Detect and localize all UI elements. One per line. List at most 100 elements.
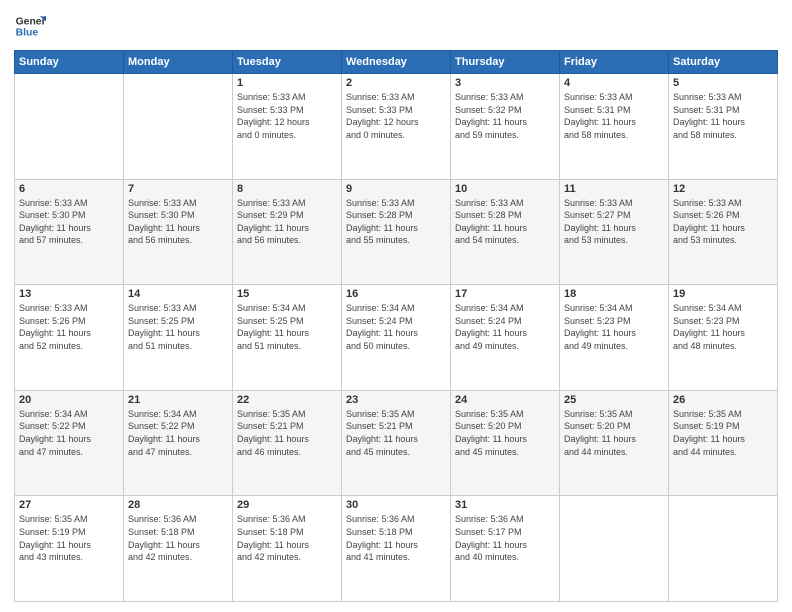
calendar-cell: 10 Sunrise: 5:33 AM Sunset: 5:28 PM Dayli… — [451, 179, 560, 285]
weekday-friday: Friday — [560, 51, 669, 74]
calendar-cell: 25Sunrise: 5:35 AM Sunset: 5:20 PM Dayli… — [560, 390, 669, 496]
day-number: 29 — [237, 499, 337, 511]
day-number: 30 — [346, 499, 446, 511]
day-detail: Sunrise: 5:33 AM Sunset: 5:30 PM Dayligh… — [128, 197, 228, 247]
day-detail: Sunrise: 5:33 AM Sunset: 5:31 PM Dayligh… — [673, 91, 773, 141]
day-number: 13 — [19, 288, 119, 300]
calendar-cell: 27Sunrise: 5:35 AM Sunset: 5:19 PM Dayli… — [15, 496, 124, 602]
week-row-1: 1 Sunrise: 5:33 AM Sunset: 5:33 PM Daylig… — [15, 74, 778, 180]
calendar-cell: 11 Sunrise: 5:33 AM Sunset: 5:27 PM Dayli… — [560, 179, 669, 285]
calendar-cell: 29 Sunrise: 5:36 AM Sunset: 5:18 PM Dayli… — [233, 496, 342, 602]
day-detail: Sunrise: 5:34 AM Sunset: 5:23 PM Dayligh… — [673, 302, 773, 352]
day-number: 21 — [128, 394, 228, 406]
day-number: 17 — [455, 288, 555, 300]
day-number: 1 — [237, 77, 337, 89]
day-detail: Sunrise: 5:36 AM Sunset: 5:18 PM Dayligh… — [237, 513, 337, 563]
day-detail: Sunrise: 5:33 AM Sunset: 5:30 PM Dayligh… — [19, 197, 119, 247]
day-number: 26 — [673, 394, 773, 406]
day-detail: Sunrise: 5:35 AM Sunset: 5:19 PM Dayligh… — [673, 408, 773, 458]
day-number: 27 — [19, 499, 119, 511]
page: General Blue SundayMondayTuesdayWednesda… — [0, 0, 792, 612]
day-number: 28 — [128, 499, 228, 511]
day-number: 4 — [564, 77, 664, 89]
calendar-cell: 1 Sunrise: 5:33 AM Sunset: 5:33 PM Daylig… — [233, 74, 342, 180]
calendar-cell — [15, 74, 124, 180]
weekday-sunday: Sunday — [15, 51, 124, 74]
day-number: 7 — [128, 183, 228, 195]
calendar-cell: 13 Sunrise: 5:33 AM Sunset: 5:26 PM Dayli… — [15, 285, 124, 391]
day-number: 24 — [455, 394, 555, 406]
day-detail: Sunrise: 5:34 AM Sunset: 5:22 PM Dayligh… — [19, 408, 119, 458]
weekday-wednesday: Wednesday — [342, 51, 451, 74]
weekday-monday: Monday — [124, 51, 233, 74]
day-detail: Sunrise: 5:36 AM Sunset: 5:18 PM Dayligh… — [128, 513, 228, 563]
logo-icon: General Blue — [14, 10, 46, 42]
day-detail: Sunrise: 5:33 AM Sunset: 5:29 PM Dayligh… — [237, 197, 337, 247]
day-number: 18 — [564, 288, 664, 300]
header: General Blue — [14, 10, 778, 42]
calendar-cell: 20 Sunrise: 5:34 AM Sunset: 5:22 PM Dayli… — [15, 390, 124, 496]
day-number: 6 — [19, 183, 119, 195]
svg-text:Blue: Blue — [16, 28, 39, 39]
day-number: 20 — [19, 394, 119, 406]
calendar-cell: 3 Sunrise: 5:33 AM Sunset: 5:32 PM Daylig… — [451, 74, 560, 180]
day-number: 11 — [564, 183, 664, 195]
day-detail: Sunrise: 5:33 AM Sunset: 5:27 PM Dayligh… — [564, 197, 664, 247]
day-number: 14 — [128, 288, 228, 300]
day-number: 3 — [455, 77, 555, 89]
day-number: 9 — [346, 183, 446, 195]
day-number: 12 — [673, 183, 773, 195]
day-detail: Sunrise: 5:34 AM Sunset: 5:22 PM Dayligh… — [128, 408, 228, 458]
day-detail: Sunrise: 5:33 AM Sunset: 5:26 PM Dayligh… — [673, 197, 773, 247]
calendar-cell — [560, 496, 669, 602]
calendar-cell: 23 Sunrise: 5:35 AM Sunset: 5:21 PM Dayli… — [342, 390, 451, 496]
week-row-4: 20 Sunrise: 5:34 AM Sunset: 5:22 PM Dayli… — [15, 390, 778, 496]
day-detail: Sunrise: 5:35 AM Sunset: 5:21 PM Dayligh… — [237, 408, 337, 458]
calendar-cell: 18Sunrise: 5:34 AM Sunset: 5:23 PM Dayli… — [560, 285, 669, 391]
day-number: 15 — [237, 288, 337, 300]
calendar-cell: 21 Sunrise: 5:34 AM Sunset: 5:22 PM Dayli… — [124, 390, 233, 496]
day-detail: Sunrise: 5:33 AM Sunset: 5:33 PM Dayligh… — [237, 91, 337, 141]
day-number: 10 — [455, 183, 555, 195]
svg-text:General: General — [16, 16, 46, 27]
day-number: 8 — [237, 183, 337, 195]
day-number: 23 — [346, 394, 446, 406]
week-row-3: 13 Sunrise: 5:33 AM Sunset: 5:26 PM Dayli… — [15, 285, 778, 391]
day-detail: Sunrise: 5:35 AM Sunset: 5:21 PM Dayligh… — [346, 408, 446, 458]
day-detail: Sunrise: 5:35 AM Sunset: 5:20 PM Dayligh… — [564, 408, 664, 458]
calendar-cell: 2Sunrise: 5:33 AM Sunset: 5:33 PM Daylig… — [342, 74, 451, 180]
calendar-cell: 7 Sunrise: 5:33 AM Sunset: 5:30 PM Daylig… — [124, 179, 233, 285]
calendar-cell: 30 Sunrise: 5:36 AM Sunset: 5:18 PM Dayli… — [342, 496, 451, 602]
calendar-cell — [669, 496, 778, 602]
logo: General Blue — [14, 10, 50, 42]
week-row-2: 6 Sunrise: 5:33 AM Sunset: 5:30 PM Daylig… — [15, 179, 778, 285]
day-detail: Sunrise: 5:33 AM Sunset: 5:28 PM Dayligh… — [346, 197, 446, 247]
weekday-header-row: SundayMondayTuesdayWednesdayThursdayFrid… — [15, 51, 778, 74]
calendar-cell: 9 Sunrise: 5:33 AM Sunset: 5:28 PM Daylig… — [342, 179, 451, 285]
calendar-cell: 28 Sunrise: 5:36 AM Sunset: 5:18 PM Dayli… — [124, 496, 233, 602]
calendar-cell: 12 Sunrise: 5:33 AM Sunset: 5:26 PM Dayli… — [669, 179, 778, 285]
day-detail: Sunrise: 5:33 AM Sunset: 5:26 PM Dayligh… — [19, 302, 119, 352]
calendar-cell: 4Sunrise: 5:33 AM Sunset: 5:31 PM Daylig… — [560, 74, 669, 180]
calendar-cell: 5 Sunrise: 5:33 AM Sunset: 5:31 PM Daylig… — [669, 74, 778, 180]
weekday-tuesday: Tuesday — [233, 51, 342, 74]
day-detail: Sunrise: 5:33 AM Sunset: 5:28 PM Dayligh… — [455, 197, 555, 247]
calendar-cell: 16 Sunrise: 5:34 AM Sunset: 5:24 PM Dayli… — [342, 285, 451, 391]
day-detail: Sunrise: 5:34 AM Sunset: 5:24 PM Dayligh… — [346, 302, 446, 352]
calendar-cell: 15Sunrise: 5:34 AM Sunset: 5:25 PM Dayli… — [233, 285, 342, 391]
day-detail: Sunrise: 5:33 AM Sunset: 5:33 PM Dayligh… — [346, 91, 446, 141]
day-number: 5 — [673, 77, 773, 89]
weekday-thursday: Thursday — [451, 51, 560, 74]
calendar-cell: 14Sunrise: 5:33 AM Sunset: 5:25 PM Dayli… — [124, 285, 233, 391]
calendar-cell — [124, 74, 233, 180]
day-detail: Sunrise: 5:36 AM Sunset: 5:18 PM Dayligh… — [346, 513, 446, 563]
calendar-cell: 24Sunrise: 5:35 AM Sunset: 5:20 PM Dayli… — [451, 390, 560, 496]
calendar-table: SundayMondayTuesdayWednesdayThursdayFrid… — [14, 50, 778, 602]
day-detail: Sunrise: 5:34 AM Sunset: 5:24 PM Dayligh… — [455, 302, 555, 352]
calendar-cell: 22Sunrise: 5:35 AM Sunset: 5:21 PM Dayli… — [233, 390, 342, 496]
day-number: 16 — [346, 288, 446, 300]
day-detail: Sunrise: 5:33 AM Sunset: 5:32 PM Dayligh… — [455, 91, 555, 141]
day-number: 19 — [673, 288, 773, 300]
calendar-cell: 8 Sunrise: 5:33 AM Sunset: 5:29 PM Daylig… — [233, 179, 342, 285]
weekday-saturday: Saturday — [669, 51, 778, 74]
